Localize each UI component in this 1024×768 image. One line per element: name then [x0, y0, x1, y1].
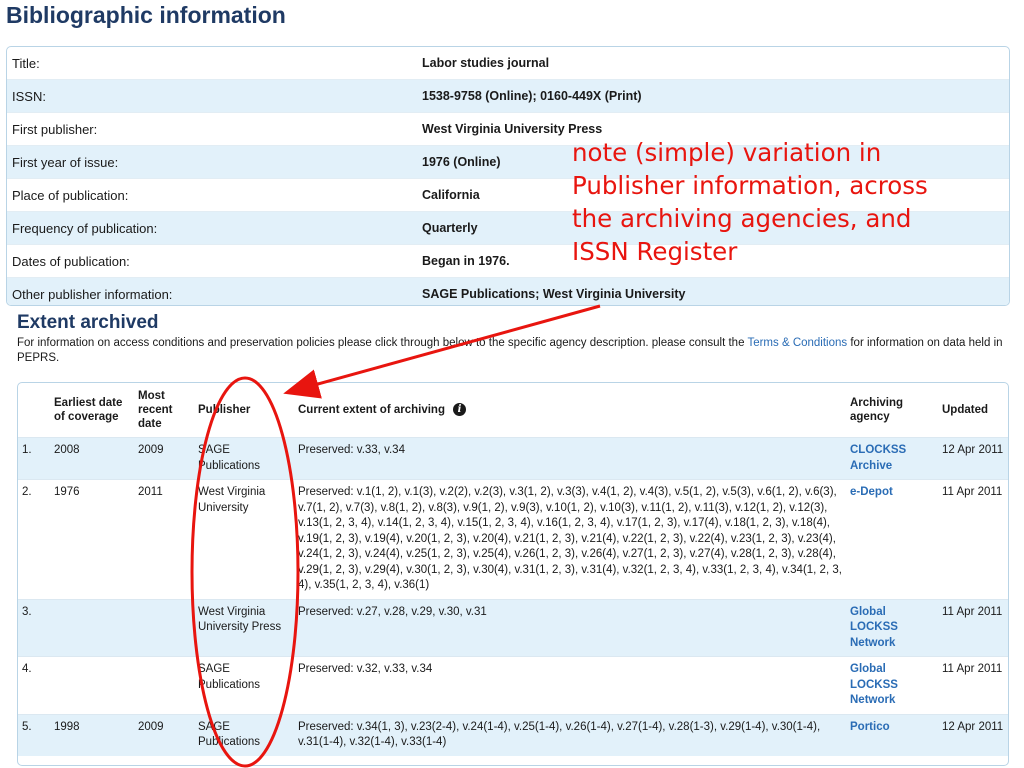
page-title: Bibliographic information — [6, 2, 286, 28]
earliest-date — [50, 657, 134, 715]
col-header-updated: Updated — [942, 404, 988, 416]
bib-row-issn: ISSN: 1538-9758 (Online); 0160-449X (Pri… — [7, 80, 1009, 113]
table-header-row: Earliest date of coverage Most recent da… — [18, 383, 1008, 438]
earliest-date — [50, 599, 134, 657]
recent-date — [134, 657, 194, 715]
agency-link[interactable]: Portico — [846, 714, 938, 756]
table-row: 1. 2008 2009 SAGE Publications Preserved… — [18, 437, 1008, 480]
bib-label: Frequency of publication: — [12, 220, 158, 236]
bib-row-other-publisher: Other publisher information: SAGE Public… — [7, 278, 1009, 305]
table-row: 5. 1998 2009 SAGE Publications Preserved… — [18, 714, 1008, 756]
agency-link[interactable]: Global LOCKSS Network — [846, 599, 938, 657]
col-header-extent-label: Current extent of archiving — [298, 404, 445, 416]
bib-value: 1538-9758 (Online); 0160-449X (Print) — [422, 89, 642, 103]
extent-text: Preserved: v.1(1, 2), v.1(3), v.2(2), v.… — [298, 486, 842, 591]
bib-label: Title: — [12, 55, 40, 71]
agency-link[interactable]: CLOCKSS Archive — [846, 438, 938, 480]
bib-label: Other publisher information: — [12, 286, 173, 302]
table-row: 4. SAGE Publications Preserved: v.32, v.… — [18, 656, 1008, 715]
bib-label: Dates of publication: — [12, 253, 130, 269]
col-header-earliest: Earliest date of coverage — [54, 397, 123, 423]
extent-text: Preserved: v.32, v.33, v.34 — [298, 663, 433, 675]
updated-date: 11 Apr 2011 — [942, 486, 1003, 498]
table-row: 2. 1976 2011 West Virginia University Pr… — [18, 479, 1008, 600]
col-header-publisher: Publisher — [198, 404, 251, 416]
row-number: 2. — [22, 486, 32, 498]
extent-desc-text: For information on access conditions and… — [17, 337, 748, 349]
updated-date: 12 Apr 2011 — [942, 720, 1004, 733]
bib-value: Labor studies journal — [422, 56, 550, 70]
col-header-agency: Archiving agency — [850, 397, 904, 423]
bib-row-title: Title: Labor studies journal — [7, 47, 1009, 80]
agency-link[interactable]: e-Depot — [846, 480, 938, 600]
publisher: West Virginia University — [198, 486, 266, 514]
extent-archived-table: Earliest date of coverage Most recent da… — [17, 382, 1009, 766]
publisher: SAGE Publications — [198, 720, 261, 749]
recent-date: 2011 — [138, 486, 163, 498]
publisher: SAGE Publications — [198, 444, 261, 472]
row-number: 3. — [22, 605, 32, 618]
updated-date: 11 Apr 2011 — [942, 605, 1003, 618]
row-number: 1. — [22, 444, 32, 456]
bib-value: 1976 (Online) — [422, 155, 501, 169]
publisher: SAGE Publications — [198, 663, 261, 691]
publisher: West Virginia University Press — [198, 605, 282, 634]
bib-value: California — [422, 188, 480, 202]
earliest-date: 1998 — [54, 720, 80, 733]
bib-value: Began in 1976. — [422, 254, 510, 268]
bib-label: First year of issue: — [12, 154, 119, 170]
updated-date: 12 Apr 2011 — [942, 444, 1004, 456]
annotation-note: note (simple) variation in Publisher inf… — [572, 138, 928, 266]
agency-link[interactable]: Global LOCKSS Network — [846, 657, 938, 715]
recent-date — [134, 599, 194, 657]
recent-date: 2009 — [138, 720, 164, 733]
col-header-recent: Most recent date — [138, 390, 173, 430]
terms-conditions-link[interactable]: Terms & Conditions — [747, 337, 847, 349]
extent-text: Preserved: v.34(1, 3), v.23(2-4), v.24(1… — [298, 720, 821, 749]
row-number: 4. — [22, 663, 32, 675]
col-header-number — [18, 383, 50, 438]
recent-date: 2009 — [138, 444, 164, 456]
bib-label: Place of publication: — [12, 187, 129, 203]
bib-value: Quarterly — [422, 221, 478, 235]
table-row: 3. West Virginia University Press Preser… — [18, 599, 1008, 657]
extent-description: For information on access conditions and… — [17, 336, 1017, 366]
extent-text: Preserved: v.27, v.28, v.29, v.30, v.31 — [298, 605, 487, 618]
bib-label: ISSN: — [12, 88, 46, 104]
info-icon[interactable]: i — [452, 403, 466, 417]
earliest-date: 1976 — [54, 486, 80, 498]
earliest-date: 2008 — [54, 444, 80, 456]
updated-date: 11 Apr 2011 — [942, 663, 1003, 675]
extent-archived-title: Extent archived — [17, 312, 159, 333]
bib-value: SAGE Publications; West Virginia Univers… — [422, 287, 686, 301]
bib-value: West Virginia University Press — [422, 122, 603, 136]
extent-text: Preserved: v.33, v.34 — [298, 444, 405, 456]
col-header-extent: Current extent of archiving i — [294, 383, 846, 438]
row-number: 5. — [22, 720, 32, 733]
bib-label: First publisher: — [12, 121, 98, 137]
